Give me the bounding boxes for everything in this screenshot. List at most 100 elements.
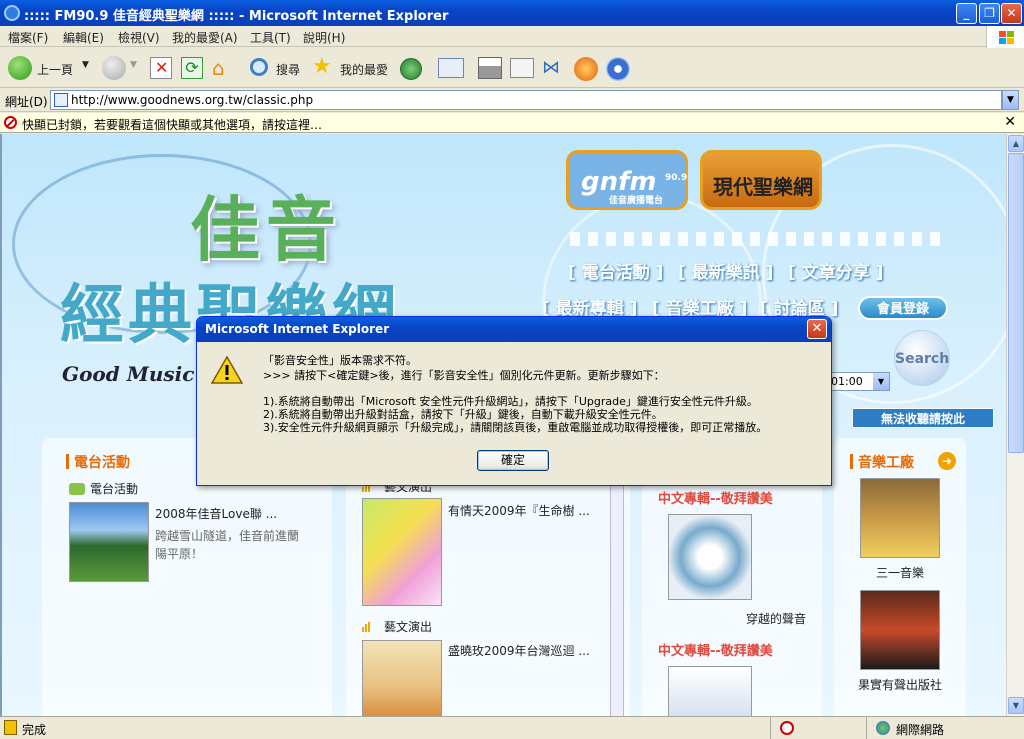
station-item-desc-2: 陽平原！ xyxy=(155,547,204,561)
dialog-step-3: 3).安全性元件升級網頁顯示「升級完成」，請關閉該頁後，重啟電腦並成功取得授權後… xyxy=(263,421,768,434)
station-heading: 電台活動 xyxy=(66,452,130,472)
decorative-border xyxy=(570,232,942,246)
chevron-down-icon: ▼ xyxy=(82,60,89,70)
tv-icon xyxy=(69,483,85,495)
globe-icon xyxy=(876,721,890,735)
menu-edit[interactable]: 編輯(E) xyxy=(63,29,104,46)
nav-latest-news[interactable]: [ 最新樂訊 ] xyxy=(678,258,773,283)
coast-photo[interactable] xyxy=(69,502,149,582)
album-cover[interactable] xyxy=(668,666,752,716)
favorites-label: 我的最愛 xyxy=(340,63,389,77)
search-label: 搜尋 xyxy=(276,63,301,77)
menu-view[interactable]: 檢視(V) xyxy=(118,29,160,46)
search-icon xyxy=(250,58,268,76)
history-icon[interactable] xyxy=(400,58,422,80)
ie-icon xyxy=(4,5,20,21)
chevron-down-icon: ▼ xyxy=(873,373,889,390)
media-icon[interactable] xyxy=(606,57,630,81)
infobar-text: 快顯已封鎖，若要觀看這個快顯或其他選項，請按這裡… xyxy=(22,118,323,132)
nav-articles[interactable]: [ 文章分享 ] xyxy=(788,258,883,283)
tagline: Good Music xyxy=(62,362,195,386)
address-dropdown-button[interactable]: ▼ xyxy=(1002,90,1019,110)
albums-heading-1: 中文專輯--敬拜讚美 xyxy=(658,492,773,507)
home-icon[interactable]: ⌂ xyxy=(212,57,236,79)
album-cover[interactable] xyxy=(668,514,752,600)
arrow-right-icon[interactable]: ➜ xyxy=(938,452,956,470)
dialog-title: Microsoft Internet Explorer xyxy=(205,322,390,336)
blocked-icon xyxy=(4,116,17,129)
station-item-title[interactable]: 2008年佳音Love聯 ... xyxy=(155,505,277,522)
fruit-records-image[interactable] xyxy=(860,590,940,670)
albums-item-1[interactable]: 穿越的聲音 xyxy=(746,610,806,627)
nav-station-events[interactable]: [ 電台活動 ] xyxy=(568,258,663,283)
site-title-top: 佳音 xyxy=(190,188,342,271)
menu-help[interactable]: 說明(H) xyxy=(303,29,345,46)
modern-music-logo[interactable]: 現代聖樂網 xyxy=(700,150,822,210)
refresh-icon[interactable]: ⟳ xyxy=(181,57,203,79)
forward-button[interactable]: ▼ xyxy=(100,54,142,82)
address-input[interactable]: http://www.goodnews.org.tw/classic.php xyxy=(50,90,1002,110)
title-bar: ::::: FM90.9 佳音經典聖樂網 ::::: - Microsoft I… xyxy=(0,0,1024,26)
windows-logo-icon xyxy=(986,26,1024,48)
dialog-line-2: >>> 請按下<確定鍵>後，進行「影音安全性」個別化元件更新。更新步驟如下： xyxy=(263,369,665,382)
address-label: 網址(D) xyxy=(5,95,48,109)
menu-file[interactable]: 檔案(F) xyxy=(8,29,48,46)
maximize-button[interactable]: ❐ xyxy=(979,3,1000,24)
warning-icon xyxy=(211,355,243,384)
bar-chart-icon xyxy=(362,622,372,632)
menu-tools[interactable]: 工具(T) xyxy=(250,29,291,46)
scroll-down-icon[interactable]: ▼ xyxy=(1008,697,1024,714)
stop-icon[interactable]: ✕ xyxy=(150,57,172,79)
factory-panel: 音樂工廠 ➜ 三一音樂 果實有聲出版社 xyxy=(834,438,966,716)
gnfm-logo[interactable]: gnfm 90.9 佳音廣播電台 xyxy=(566,150,688,210)
poster-image[interactable] xyxy=(362,498,442,606)
scroll-thumb[interactable] xyxy=(1008,153,1024,453)
time-select[interactable]: 01:00 ▼ xyxy=(828,372,890,391)
back-arrow-icon xyxy=(8,56,32,80)
security-zone: 網際網路 xyxy=(896,723,945,737)
cant-listen-button[interactable]: 無法收聽請按此 xyxy=(852,408,994,428)
status-bar: 完成 網際網路 xyxy=(0,716,1024,739)
minimize-button[interactable]: _ xyxy=(956,3,977,24)
favorites-button[interactable]: ★ 我的最愛 xyxy=(312,54,392,82)
close-button[interactable]: ✕ xyxy=(1001,3,1022,24)
edit-icon[interactable] xyxy=(510,58,534,78)
information-bar[interactable]: 快顯已封鎖，若要觀看這個快顯或其他選項，請按這裡… ✕ xyxy=(0,113,1024,133)
station-subheading: 電台活動 xyxy=(90,482,139,496)
vertical-scrollbar[interactable]: ▲ ▼ xyxy=(1006,134,1024,716)
dialog-close-button[interactable]: ✕ xyxy=(807,319,827,339)
arts-scrollbar[interactable] xyxy=(610,478,624,716)
window-title: ::::: FM90.9 佳音經典聖樂網 ::::: - Microsoft I… xyxy=(24,9,449,24)
ok-button[interactable]: 確定 xyxy=(477,450,549,471)
toolbar: 上一頁 ▼ ▼ ✕ ⟳ ⌂ 搜尋 ★ 我的最愛 ⋈ xyxy=(0,48,1024,88)
site-search-button[interactable]: Search xyxy=(894,330,950,386)
blocked-popup-icon[interactable] xyxy=(780,721,794,735)
address-url: http://www.goodnews.org.tw/classic.php xyxy=(71,93,314,107)
menu-favorites[interactable]: 我的最愛(A) xyxy=(172,29,238,46)
messenger-icon[interactable]: ⋈ xyxy=(542,58,564,78)
time-select-value: 01:00 xyxy=(831,375,863,388)
scroll-up-icon[interactable]: ▲ xyxy=(1008,135,1024,152)
factory-item-1[interactable]: 三一音樂 xyxy=(876,564,924,581)
address-bar: 網址(D) http://www.goodnews.org.tw/classic… xyxy=(0,89,1024,112)
ie-window: ::::: FM90.9 佳音經典聖樂網 ::::: - Microsoft I… xyxy=(0,0,1024,739)
trinity-image[interactable] xyxy=(860,478,940,558)
infobar-close-icon[interactable]: ✕ xyxy=(1004,114,1016,130)
chevron-down-icon: ▼ xyxy=(130,60,137,70)
shield-icon xyxy=(4,720,17,735)
member-login-button[interactable]: 會員登錄 xyxy=(858,296,948,320)
mail-icon[interactable] xyxy=(438,58,464,78)
page-icon xyxy=(54,93,68,107)
search-button[interactable]: 搜尋 xyxy=(248,54,304,82)
status-divider xyxy=(770,717,771,739)
arts-item-1[interactable]: 有情天2009年『生命樹 ... xyxy=(448,502,590,519)
factory-heading: 音樂工廠 xyxy=(850,452,914,472)
arts-item-2[interactable]: 盛曉玫2009年台灣巡迴 ... xyxy=(448,642,590,659)
back-label: 上一頁 xyxy=(37,63,74,77)
alert-dialog: Microsoft Internet Explorer ✕ 「影音安全性」版本需… xyxy=(196,316,832,486)
factory-item-2[interactable]: 果實有聲出版社 xyxy=(858,676,942,693)
concert-image[interactable] xyxy=(362,640,442,716)
research-icon[interactable] xyxy=(574,57,598,81)
back-button[interactable]: 上一頁 ▼ xyxy=(6,54,94,82)
print-icon[interactable] xyxy=(478,57,502,79)
